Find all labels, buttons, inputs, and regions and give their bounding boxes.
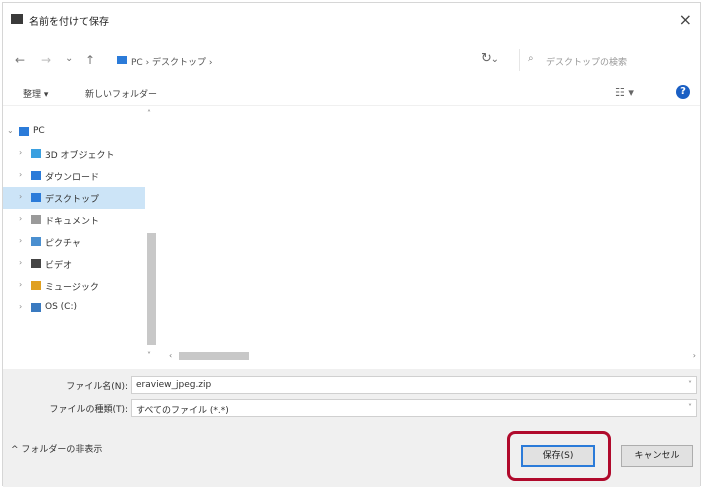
- pc-icon: [117, 56, 127, 64]
- videos-icon: [31, 259, 41, 268]
- expand-icon[interactable]: ›: [19, 192, 22, 201]
- tree-label: ドキュメント: [45, 217, 100, 227]
- save-panel: ファイル名(N): eraview_jpeg.zip ˅ ファイルの種類(T):…: [3, 369, 700, 487]
- search-placeholder: デスクトップの検索: [546, 58, 628, 68]
- desktop-icon: [31, 193, 41, 202]
- navigation-pane: ⌄ PC › 3D オブジェクト › ダウンロード › デスクトップ › ドキュ…: [3, 107, 158, 359]
- tree-label: デスクトップ: [45, 195, 100, 205]
- window-icon: [11, 14, 23, 24]
- tree-label: PC: [33, 126, 45, 136]
- scroll-up-icon[interactable]: ˄: [147, 109, 151, 118]
- refresh-icon[interactable]: ↻: [481, 51, 492, 66]
- horizontal-scrollbar[interactable]: ˅ ‹ ›: [145, 348, 698, 364]
- breadcrumb[interactable]: PC › デスクトップ ›: [131, 55, 213, 68]
- filename-value: eraview_jpeg.zip: [136, 380, 212, 390]
- search-box[interactable]: ⌕ デスクトップの検索: [519, 49, 698, 71]
- view-options-icon[interactable]: ☷ ▾: [615, 86, 634, 99]
- tree-item-3d-objects[interactable]: › 3D オブジェクト: [3, 143, 145, 165]
- tree-item-videos[interactable]: › ビデオ: [3, 253, 145, 275]
- tree-item-desktop[interactable]: › デスクトップ: [3, 187, 145, 209]
- address-bar[interactable]: PC › デスクトップ › ⌄: [113, 49, 505, 71]
- filetype-value: すべてのファイル (*.*): [136, 406, 229, 416]
- expand-icon[interactable]: ›: [19, 236, 22, 245]
- save-button[interactable]: 保存(S): [521, 445, 595, 467]
- pc-icon: [19, 127, 29, 136]
- filename-field[interactable]: eraview_jpeg.zip ˅: [131, 376, 697, 394]
- scroll-right-icon[interactable]: ›: [693, 351, 696, 360]
- tree-item-pc[interactable]: ⌄ PC: [3, 121, 145, 143]
- back-icon[interactable]: ←: [15, 53, 25, 67]
- expand-icon[interactable]: ›: [19, 302, 22, 311]
- recent-locations-icon[interactable]: ⌄: [65, 53, 73, 64]
- music-icon: [31, 281, 41, 290]
- tree-label: OS (C:): [45, 302, 77, 312]
- help-icon[interactable]: ?: [676, 85, 690, 99]
- scroll-down-icon[interactable]: ˅: [147, 351, 151, 360]
- forward-icon[interactable]: →: [41, 53, 51, 67]
- hide-folders-toggle[interactable]: ^ フォルダーの非表示: [11, 442, 102, 455]
- new-folder-button[interactable]: 新しいフォルダー: [85, 87, 157, 100]
- tree-item-downloads[interactable]: › ダウンロード: [3, 165, 145, 187]
- drive-icon: [31, 303, 41, 312]
- 3d-objects-icon: [31, 149, 41, 158]
- expand-icon[interactable]: ›: [19, 214, 22, 223]
- expand-icon[interactable]: ›: [19, 258, 22, 267]
- expand-icon[interactable]: ⌄: [7, 126, 14, 135]
- organize-button[interactable]: 整理 ▾: [23, 87, 48, 100]
- pictures-icon: [31, 237, 41, 246]
- chevron-down-icon[interactable]: ˅: [688, 380, 692, 389]
- toolbar: 整理 ▾ 新しいフォルダー ☷ ▾ ?: [3, 81, 700, 106]
- filetype-label: ファイルの種類(T):: [49, 405, 128, 415]
- scroll-left-icon[interactable]: ‹: [169, 351, 172, 360]
- tree-item-documents[interactable]: › ドキュメント: [3, 209, 145, 231]
- chevron-down-icon[interactable]: ˅: [688, 403, 692, 412]
- cancel-button[interactable]: キャンセル: [621, 445, 693, 467]
- save-dialog: 名前を付けて保存 × ← → ⌄ ↑ PC › デスクトップ › ⌄ ↻ ⌕ デ…: [2, 2, 701, 487]
- scroll-thumb[interactable]: [179, 352, 249, 360]
- file-list-area[interactable]: [159, 107, 699, 347]
- filename-label: ファイル名(N):: [66, 382, 128, 392]
- tree-item-os-drive[interactable]: › OS (C:): [3, 297, 145, 319]
- search-icon: ⌕: [528, 53, 534, 64]
- tree-label: ダウンロード: [45, 173, 100, 183]
- tree-label: ビデオ: [45, 261, 73, 271]
- window-title: 名前を付けて保存: [29, 17, 109, 28]
- expand-icon[interactable]: ›: [19, 148, 22, 157]
- tree-label: ピクチャ: [45, 239, 81, 249]
- filetype-select[interactable]: すべてのファイル (*.*) ˅: [131, 399, 697, 417]
- nav-vertical-scrollbar[interactable]: ˄: [145, 107, 158, 347]
- tree-label: ミュージック: [45, 283, 99, 293]
- scroll-thumb[interactable]: [147, 233, 156, 345]
- expand-icon[interactable]: ›: [19, 280, 22, 289]
- tree-item-music[interactable]: › ミュージック: [3, 275, 145, 297]
- tree-item-pictures[interactable]: › ピクチャ: [3, 231, 145, 253]
- tree-label: 3D オブジェクト: [45, 151, 115, 161]
- close-button[interactable]: ×: [679, 10, 692, 29]
- title-bar: 名前を付けて保存 ×: [3, 3, 700, 37]
- expand-icon[interactable]: ›: [19, 170, 22, 179]
- download-icon: [31, 171, 41, 180]
- documents-icon: [31, 215, 41, 224]
- up-icon[interactable]: ↑: [85, 53, 95, 67]
- address-row: ← → ⌄ ↑ PC › デスクトップ › ⌄ ↻ ⌕ デスクトップの検索: [3, 45, 700, 75]
